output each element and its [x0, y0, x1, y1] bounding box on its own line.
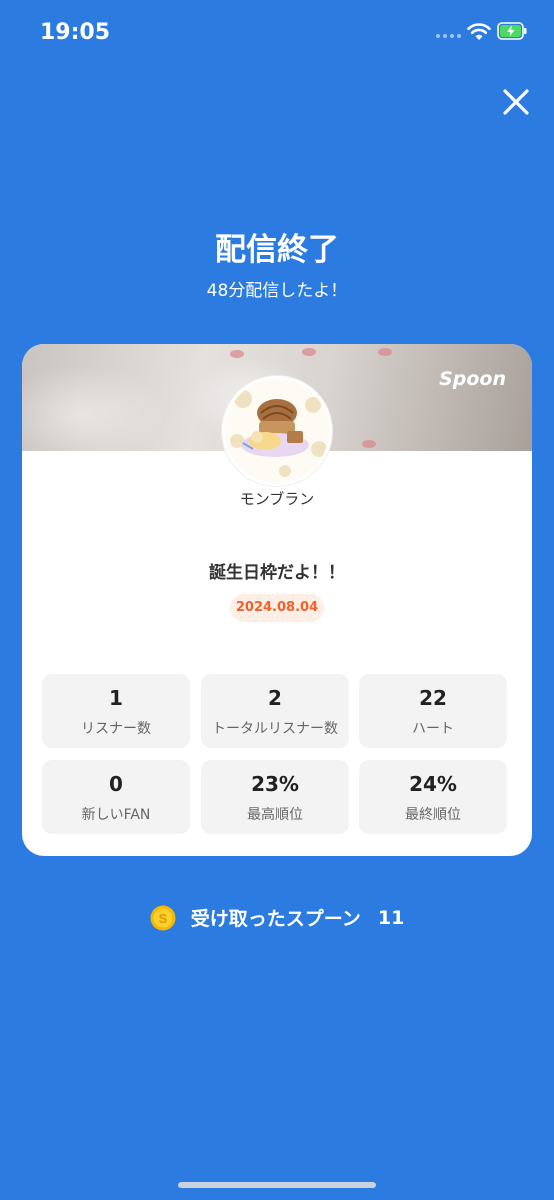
broadcast-duration: 48分配信したよ！ — [206, 281, 348, 301]
home-indicator[interactable] — [178, 1182, 376, 1188]
stat-value: 22 — [419, 686, 447, 710]
profile-name: モンブラン — [239, 490, 315, 508]
cover-decoration — [378, 348, 392, 356]
stat-final-rank: 24% 最終順位 — [359, 760, 507, 834]
svg-text:S: S — [158, 911, 167, 926]
coin-icon: S — [150, 905, 176, 930]
broadcast-title: 誕生日枠だよ！！ — [209, 563, 345, 583]
stat-hearts: 22 ハート — [359, 674, 507, 748]
date-badge: 2024.08.04 — [230, 594, 324, 622]
stat-label: 最終順位 — [405, 807, 461, 823]
close-icon — [503, 89, 529, 115]
page-title: 配信終了 — [215, 232, 339, 268]
cover-decoration — [302, 348, 316, 356]
spoon-logo: Spoon — [439, 368, 506, 390]
spoons-count: 11 — [377, 906, 405, 929]
status-bar: 19:05 — [0, 0, 554, 66]
stat-label: リスナー数 — [81, 721, 151, 737]
stat-value: 24% — [409, 772, 457, 796]
cover-decoration — [362, 440, 376, 448]
stat-label: ハート — [412, 721, 454, 737]
cover-decoration — [230, 350, 244, 358]
stat-highest-rank: 23% 最高順位 — [201, 760, 349, 834]
wifi-icon — [467, 23, 491, 40]
avatar-illustration — [230, 390, 327, 477]
avatar[interactable] — [222, 376, 332, 486]
stat-value: 23% — [251, 772, 299, 796]
stat-total-listeners: 2 トータルリスナー数 — [201, 674, 349, 748]
stat-value: 2 — [268, 686, 282, 710]
stat-label: 最高順位 — [247, 807, 303, 823]
stat-value: 1 — [109, 686, 123, 710]
broadcast-end-screen: 19:05 配信終了 48分配信したよ！ Spoon モンブラン 誕生日枠だよ！… — [0, 0, 554, 1200]
stat-label: トータルリスナー数 — [212, 721, 338, 737]
received-spoons: S 受け取ったスプーン 11 — [0, 904, 554, 934]
spoons-label: 受け取ったスプーン — [190, 908, 361, 930]
stat-value: 0 — [109, 772, 123, 796]
stat-listeners: 1 リスナー数 — [42, 674, 190, 748]
status-time: 19:05 — [40, 20, 111, 45]
stat-new-fans: 0 新しいFAN — [42, 760, 190, 834]
broadcast-summary-card: Spoon モンブラン 誕生日枠だよ！！ 2024.08.04 1 リスナー数 … — [22, 344, 532, 856]
signal-icon — [436, 34, 461, 40]
stat-label: 新しいFAN — [81, 807, 151, 823]
battery-charging-icon — [497, 22, 527, 40]
close-button[interactable] — [496, 82, 536, 122]
